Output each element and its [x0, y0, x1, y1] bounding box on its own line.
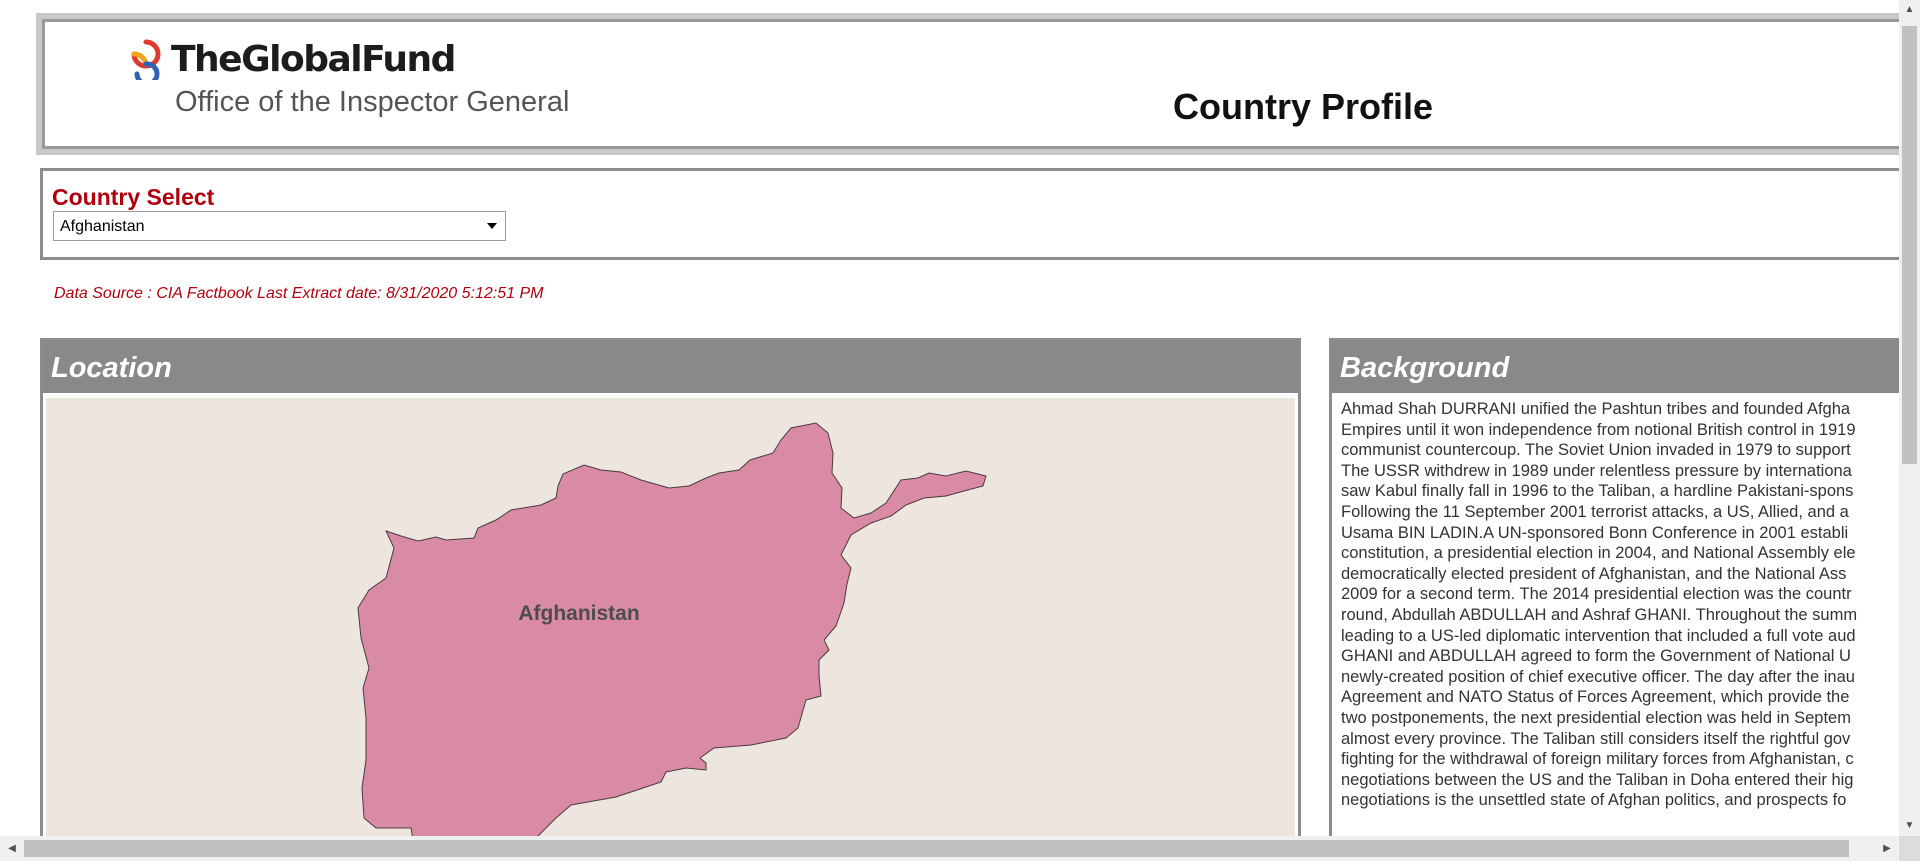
background-panel: Background Ahmad Shah DURRANI unified th…: [1329, 338, 1899, 836]
header-inner: TheGlobalFund Office of the Inspector Ge…: [42, 19, 1899, 149]
background-line: negotiations between the US and the Tali…: [1341, 770, 1854, 789]
dropdown-arrow-icon: [487, 223, 497, 229]
background-line: Usama BIN LADIN.A UN-sponsored Bonn Conf…: [1341, 523, 1849, 542]
country-select-panel: Country Select Afghanistan: [40, 168, 1899, 260]
afghanistan-shape: [357, 422, 987, 836]
scrollbar-corner: [1899, 836, 1920, 861]
global-fund-logo-icon: [131, 39, 161, 80]
location-title: Location: [51, 352, 172, 384]
country-select-label: Country Select: [52, 184, 215, 210]
vertical-scroll-thumb[interactable]: [1902, 26, 1917, 464]
background-header: Background: [1332, 341, 1899, 393]
page-title: Country Profile: [1173, 86, 1434, 127]
background-line: leading to a US-led diplomatic intervent…: [1341, 626, 1856, 645]
brand-name: TheGlobalFund: [171, 39, 456, 80]
background-line: Agreement and NATO Status of Forces Agre…: [1341, 688, 1850, 707]
background-line: Ahmad Shah DURRANI unified the Pashtun t…: [1341, 400, 1851, 418]
page-viewport: TheGlobalFund Office of the Inspector Ge…: [0, 0, 1899, 836]
header-banner: TheGlobalFund Office of the Inspector Ge…: [36, 13, 1899, 155]
background-line: round, Abdullah ABDULLAH and Ashraf GHAN…: [1341, 605, 1858, 624]
background-line: negotiations is the unsettled state of A…: [1341, 791, 1847, 810]
background-line: communist countercoup. The Soviet Union …: [1341, 441, 1851, 460]
scroll-left-arrow-icon[interactable]: ◀: [2, 836, 22, 861]
country-map: Afghanistan: [357, 422, 987, 836]
background-line: almost every province. The Taliban still…: [1341, 729, 1851, 748]
background-title: Background: [1340, 352, 1510, 384]
scroll-right-arrow-icon[interactable]: ▶: [1877, 836, 1897, 861]
background-line: saw Kabul finally fall in 1996 to the Ta…: [1341, 482, 1854, 501]
location-header: Location: [43, 341, 1298, 393]
background-line: GHANI and ABDULLAH agreed to form the Go…: [1341, 647, 1851, 666]
horizontal-scrollbar[interactable]: ◀ ▶: [0, 836, 1899, 861]
background-line: Empires until it won independence from n…: [1341, 420, 1856, 439]
brand-subtitle: Office of the Inspector General: [175, 86, 570, 118]
location-panel: Location Afghanistan: [40, 338, 1301, 836]
country-select-value: Afghanistan: [60, 218, 145, 235]
location-map[interactable]: Afghanistan: [46, 398, 1295, 836]
horizontal-scroll-thumb[interactable]: [24, 840, 1849, 857]
map-country-label: Afghanistan: [518, 602, 639, 625]
global-fund-logo: TheGlobalFund Office of the Inspector Ge…: [125, 38, 605, 118]
background-line: two postponements, the next presidential…: [1341, 708, 1851, 727]
scroll-down-arrow-icon[interactable]: ▼: [1899, 816, 1920, 836]
background-text: Ahmad Shah DURRANI unified the Pashtun t…: [1341, 399, 1899, 811]
background-line: constitution, a presidential election in…: [1341, 544, 1856, 563]
background-line: 2009 for a second term. The 2014 preside…: [1341, 585, 1852, 604]
country-select-dropdown[interactable]: Afghanistan: [53, 211, 506, 241]
background-line: newly-created position of chief executiv…: [1341, 667, 1855, 686]
background-line: The USSR withdrew in 1989 under relentle…: [1341, 461, 1852, 480]
scroll-up-arrow-icon[interactable]: ▲: [1899, 0, 1920, 20]
background-line: fighting for the withdrawal of foreign m…: [1341, 750, 1854, 769]
data-source-text: Data Source : CIA Factbook Last Extract …: [54, 285, 544, 302]
background-line: democratically elected president of Afgh…: [1341, 564, 1847, 583]
background-line: Following the 11 September 2001 terroris…: [1341, 502, 1849, 521]
vertical-scrollbar[interactable]: ▲ ▼: [1899, 0, 1920, 836]
